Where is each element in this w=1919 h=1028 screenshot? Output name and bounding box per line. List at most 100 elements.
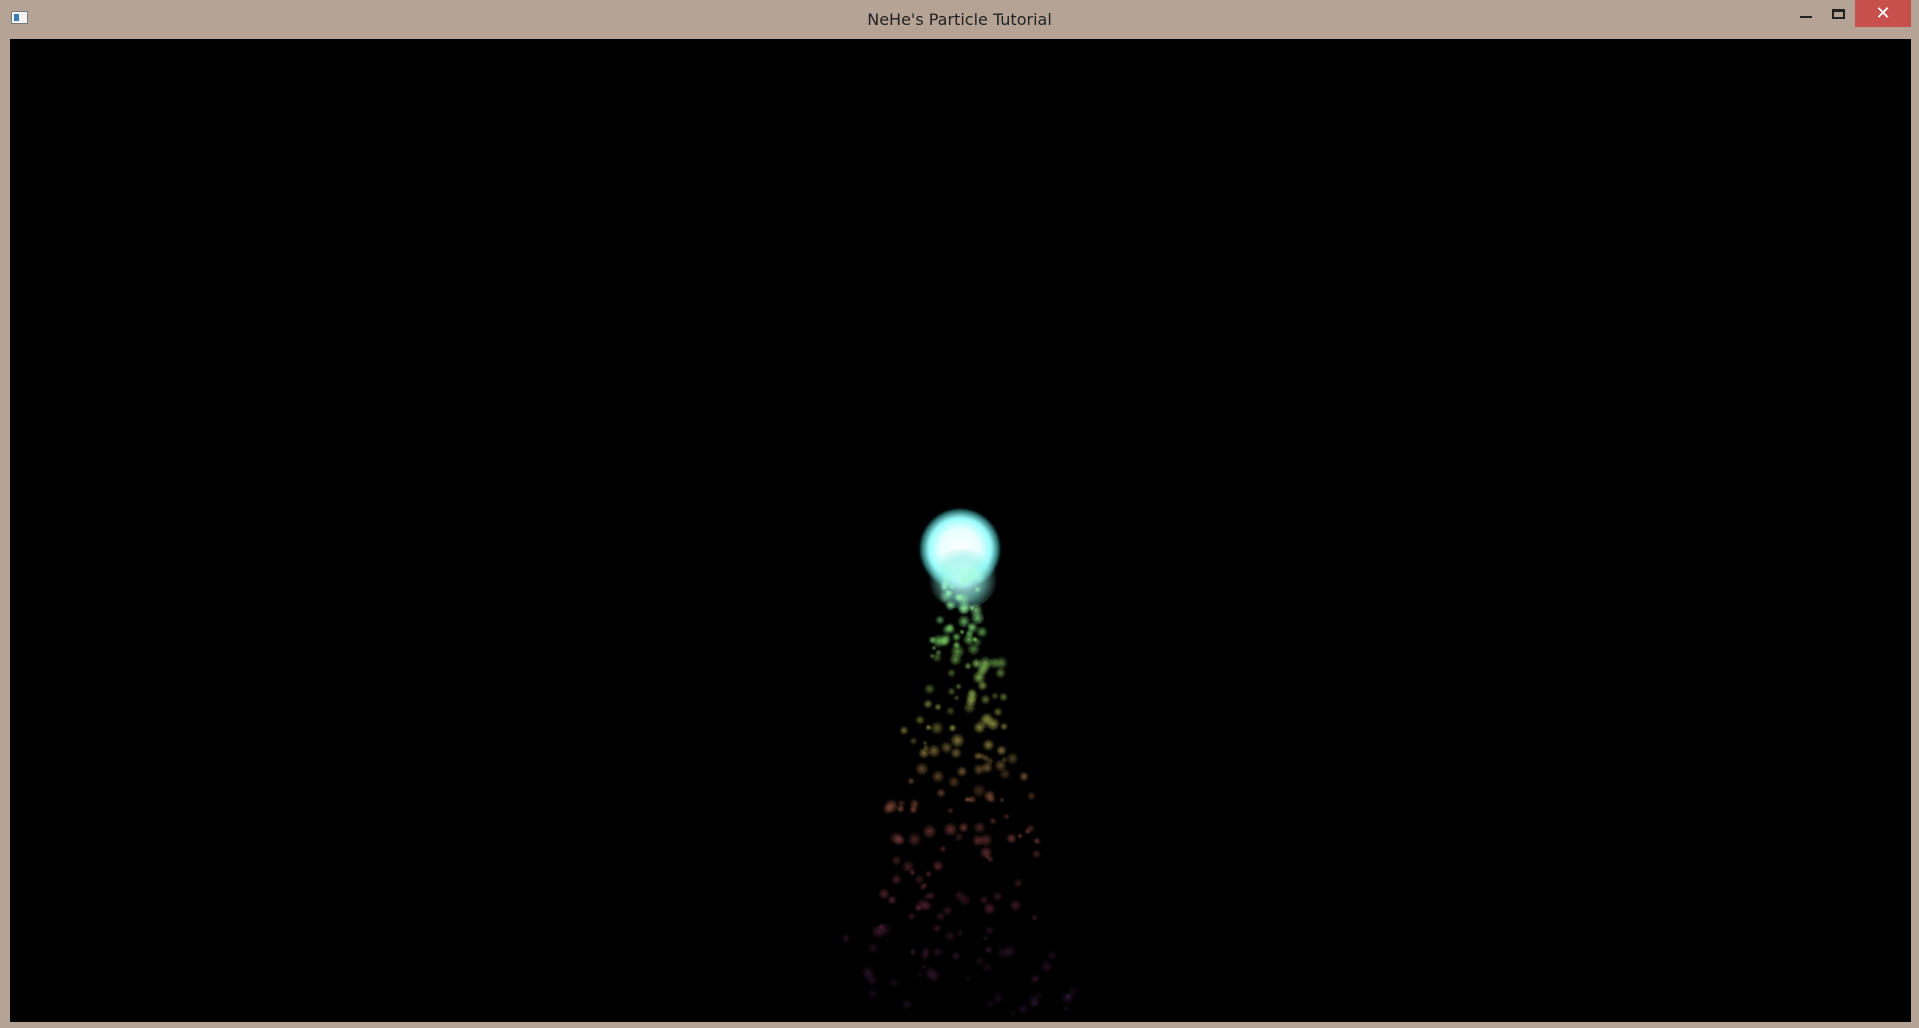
particle <box>927 969 941 983</box>
maximize-button[interactable] <box>1822 0 1854 27</box>
particle <box>941 624 952 635</box>
particle <box>913 874 925 886</box>
particle <box>922 900 934 911</box>
particle <box>922 698 933 709</box>
particle <box>957 614 971 629</box>
particle <box>973 721 986 734</box>
particle <box>945 622 955 632</box>
particle <box>1060 990 1075 1005</box>
particle <box>987 656 1001 669</box>
close-icon: ✕ <box>1875 2 1891 24</box>
particle <box>922 744 930 751</box>
particle <box>882 802 895 815</box>
particle <box>979 894 990 905</box>
particle <box>926 890 937 901</box>
particle <box>931 652 942 663</box>
particle <box>986 757 994 765</box>
particle <box>953 694 961 702</box>
particle <box>1006 751 1020 765</box>
particle <box>871 924 886 939</box>
particle <box>946 668 957 678</box>
particle <box>909 805 918 814</box>
particle <box>924 870 933 878</box>
particle <box>877 922 885 930</box>
title-bar[interactable]: NeHe's Particle Tutorial ✕ <box>0 0 1919 39</box>
particle <box>927 743 942 758</box>
particle <box>935 910 946 922</box>
particle <box>977 752 985 760</box>
particle <box>972 670 986 684</box>
particle <box>949 644 965 659</box>
opengl-viewport[interactable] <box>10 39 1911 1022</box>
particle <box>979 832 994 847</box>
particle <box>981 753 990 763</box>
particle <box>1030 999 1040 1009</box>
particle <box>945 705 956 716</box>
particle <box>918 746 931 759</box>
particle <box>995 946 1010 961</box>
particle <box>957 893 972 907</box>
particle <box>1046 950 1058 962</box>
particle <box>984 945 993 955</box>
particle <box>915 761 930 776</box>
particle <box>999 796 1006 803</box>
particle <box>978 714 993 729</box>
particle <box>901 859 915 874</box>
particle <box>924 683 936 695</box>
particle <box>984 924 996 936</box>
app-window: NeHe's Particle Tutorial ✕ <box>0 0 1919 1028</box>
particle <box>965 695 978 708</box>
particle <box>971 636 979 643</box>
particle <box>981 934 990 942</box>
particle <box>906 831 922 847</box>
particle <box>955 928 964 938</box>
particle <box>1018 771 1030 782</box>
particle <box>922 892 932 902</box>
particle <box>1030 914 1038 922</box>
particle <box>930 721 945 736</box>
particle <box>994 667 1007 679</box>
particle <box>992 706 1003 718</box>
particle <box>983 853 990 860</box>
particle <box>964 662 972 670</box>
particle <box>1024 827 1032 836</box>
particle <box>889 831 903 845</box>
particle <box>891 855 902 866</box>
close-button[interactable]: ✕ <box>1855 0 1911 27</box>
particle <box>866 941 879 954</box>
particle <box>976 664 988 677</box>
particle <box>976 680 989 692</box>
particle <box>998 691 1009 702</box>
particle <box>939 740 953 755</box>
particle <box>1003 813 1010 820</box>
particle <box>994 655 1009 670</box>
particle <box>951 632 962 642</box>
particle <box>940 632 952 645</box>
particle <box>973 763 986 776</box>
particle <box>948 653 962 667</box>
particle <box>966 796 974 803</box>
particle <box>928 653 935 660</box>
minimize-button[interactable] <box>1790 0 1822 27</box>
particle <box>1027 994 1041 1008</box>
particle <box>866 974 878 987</box>
particle <box>983 789 996 803</box>
particle <box>966 622 979 635</box>
particle <box>922 965 937 980</box>
particle <box>890 873 902 885</box>
particle <box>982 738 995 752</box>
particle <box>1009 1009 1017 1017</box>
particle <box>965 690 979 703</box>
particle <box>970 610 985 626</box>
particle <box>934 648 942 656</box>
particle <box>950 733 965 749</box>
particle <box>972 751 982 761</box>
particle <box>913 904 922 913</box>
particle <box>931 645 938 652</box>
maximize-icon <box>1831 8 1845 19</box>
particle <box>946 806 954 814</box>
particle <box>1016 833 1024 840</box>
particle <box>932 859 945 872</box>
particle <box>966 622 977 633</box>
particle <box>975 956 985 966</box>
